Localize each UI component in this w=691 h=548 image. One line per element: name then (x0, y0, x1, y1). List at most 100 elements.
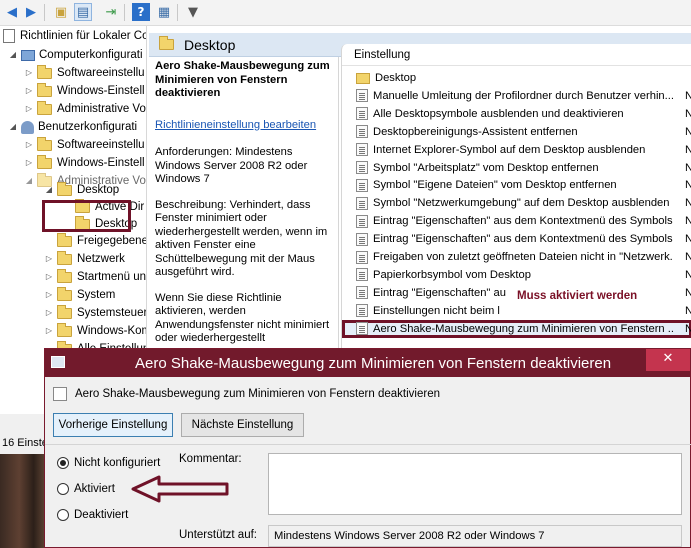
tree-computer-config[interactable]: ◢ Computerkonfigurati (8, 46, 143, 64)
policy-setting-icon (356, 125, 368, 139)
list-row-state: N (685, 266, 691, 284)
export-list-icon[interactable]: ⇥ (102, 3, 120, 21)
list-row-state: N (685, 320, 691, 338)
list-row-label: Desktopbereinigungs-Assistent entfernen (373, 125, 578, 138)
folder-icon (57, 286, 72, 301)
list-row[interactable]: Symbol "Eigene Dateien" vom Desktop entf… (342, 176, 691, 194)
tree-item-label: Windows-Einstell (57, 157, 145, 169)
tree-item[interactable]: ▷ Softwareeinstellu (24, 64, 145, 82)
tree-item[interactable]: ▷ Windows-Einstell (24, 154, 145, 172)
previous-setting-button[interactable]: Vorherige Einstellung (53, 413, 173, 437)
expand-arrow-icon[interactable]: ▷ (24, 154, 34, 172)
expand-arrow-icon[interactable]: ▷ (24, 64, 34, 82)
radio-label: Deaktiviert (74, 509, 129, 521)
radio-button[interactable] (57, 509, 69, 521)
radio-button[interactable] (57, 483, 69, 495)
expand-arrow-icon[interactable]: ▷ (24, 100, 34, 118)
properties-icon[interactable]: ▦ (155, 3, 173, 21)
tree-item[interactable]: ▷ Windows-Kom (44, 322, 146, 340)
tree-root[interactable]: Richtlinien für Lokaler Co (0, 27, 146, 45)
list-row-selected[interactable]: Aero Shake-Mausbewegung zum Minimieren v… (342, 319, 691, 338)
policy-setting-icon (356, 214, 368, 228)
list-row-label: Alle Desktopsymbole ausblenden und deakt… (373, 107, 624, 120)
list-row[interactable]: Einstellungen nicht beim l N (342, 302, 691, 320)
list-row-state: N (685, 284, 691, 302)
tree-item[interactable]: ▷ Softwareeinstellu (24, 136, 145, 154)
collapse-arrow-icon[interactable]: ◢ (8, 46, 18, 64)
expand-arrow-icon[interactable]: ▷ (44, 286, 54, 304)
back-icon[interactable]: ◀ (3, 3, 21, 21)
list-row[interactable]: Symbol "Arbeitsplatz" vom Desktop entfer… (342, 159, 691, 177)
tree-user-label: Benutzerkonfigurati (38, 121, 138, 133)
close-icon[interactable]: ✕ (646, 349, 690, 371)
policy-setting-icon (356, 304, 368, 318)
annotation-arrow-icon (131, 475, 229, 503)
tree-item[interactable]: Freigegebene (44, 232, 147, 250)
computer-icon (21, 49, 35, 61)
list-row[interactable]: Symbol "Netzwerkumgebung" auf dem Deskto… (342, 194, 691, 212)
list-row[interactable]: Alle Desktopsymbole ausblenden und deakt… (342, 105, 691, 123)
list-row[interactable]: Papierkorbsymbol vom Desktop N (342, 266, 691, 284)
dialog-subheader: Aero Shake-Mausbewegung zum Minimieren v… (53, 387, 440, 401)
list-row-label: Symbol "Arbeitsplatz" vom Desktop entfer… (373, 161, 599, 174)
edit-policy-link[interactable]: Richtlinieneinstellung bearbeiten (155, 119, 332, 133)
list-row-state: N (685, 302, 691, 320)
next-setting-button[interactable]: Nächste Einstellung (181, 413, 304, 437)
radio-enabled[interactable]: Aktiviert (57, 483, 115, 495)
comment-field[interactable] (268, 453, 682, 515)
tree-item[interactable]: ▷ Administrative Vo (24, 100, 146, 118)
tree-item[interactable]: ▷ Systemsteuer (44, 304, 146, 322)
expand-arrow-icon[interactable]: ▷ (44, 322, 54, 340)
tree-item[interactable]: ▷ System (44, 286, 115, 304)
toolbar-separator (177, 4, 178, 21)
policy-setting-icon (356, 161, 368, 174)
filter-icon[interactable]: ▼ (184, 3, 202, 21)
show-hide-tree-icon[interactable]: ▤ (74, 3, 92, 21)
up-folder-icon[interactable]: ▣ (52, 3, 70, 21)
folder-icon (57, 304, 72, 319)
expand-arrow-icon[interactable]: ▷ (24, 136, 34, 154)
list-row-label: Desktop (375, 72, 417, 84)
list-row[interactable]: Freigaben von zuletzt geöffneten Dateien… (342, 248, 691, 266)
folder-icon (159, 36, 174, 50)
list-row-label: Symbol "Eigene Dateien" vom Desktop entf… (373, 179, 617, 192)
list-row-label: Internet Explorer-Symbol auf dem Desktop… (373, 143, 646, 156)
list-row-state: N (685, 105, 691, 123)
tree-item[interactable]: ▷ Netzwerk (44, 250, 125, 268)
list-row-state: N (685, 248, 691, 266)
tree-item-label: Freigegebene (77, 235, 147, 247)
radio-not-configured[interactable]: Nicht konfiguriert (57, 457, 160, 469)
expand-arrow-icon[interactable]: ▷ (24, 82, 34, 100)
list-row[interactable]: Internet Explorer-Symbol auf dem Desktop… (342, 141, 691, 159)
expand-arrow-icon[interactable]: ▷ (44, 304, 54, 322)
expand-arrow-icon[interactable]: ▷ (44, 250, 54, 268)
policy-setting-icon (53, 387, 67, 401)
tree-item-label: Softwareeinstellu (57, 67, 145, 79)
list-row[interactable]: Eintrag "Eigenschaften" aus dem Kontextm… (342, 212, 691, 230)
list-row[interactable]: Manuelle Umleitung der Profilordner durc… (342, 87, 691, 105)
forward-icon[interactable]: ▶ (22, 3, 40, 21)
folder-icon (37, 64, 52, 79)
list-row-state: N (685, 87, 691, 105)
radio-button[interactable] (57, 457, 69, 469)
collapse-arrow-icon[interactable]: ◢ (8, 118, 18, 136)
description-text: Beschreibung: Verhindert, dass Fenster m… (155, 198, 328, 279)
comment-label: Kommentar: (179, 453, 242, 465)
expand-arrow-icon[interactable]: ▷ (44, 268, 54, 286)
radio-disabled[interactable]: Deaktiviert (57, 509, 128, 521)
collapse-arrow-icon[interactable]: ◢ (44, 181, 54, 199)
list-row-state: N (685, 194, 691, 212)
help-icon[interactable]: ? (132, 3, 150, 21)
tree-item[interactable]: ▷ Startmenü un (44, 268, 146, 286)
tree-item[interactable]: ▷ Windows-Einstell (24, 82, 145, 100)
collapse-arrow-icon[interactable]: ◢ (24, 172, 34, 190)
list-folder-row[interactable]: Desktop (342, 69, 691, 87)
policy-setting-icon (356, 232, 368, 246)
list-row-label: Eintrag "Eigenschaften" aus dem Kontextm… (373, 215, 673, 228)
list-row[interactable]: Desktopbereinigungs-Assistent entfernen N (342, 123, 691, 141)
tree-user-config[interactable]: ◢ Benutzerkonfigurati (8, 118, 137, 136)
list-row[interactable]: Eintrag "Eigenschaften" aus dem Kontextm… (342, 230, 691, 248)
policy-window-icon (51, 356, 65, 368)
tree-item-desktop[interactable]: ◢ Desktop (44, 181, 119, 199)
column-header-setting[interactable]: Einstellung (342, 44, 691, 66)
